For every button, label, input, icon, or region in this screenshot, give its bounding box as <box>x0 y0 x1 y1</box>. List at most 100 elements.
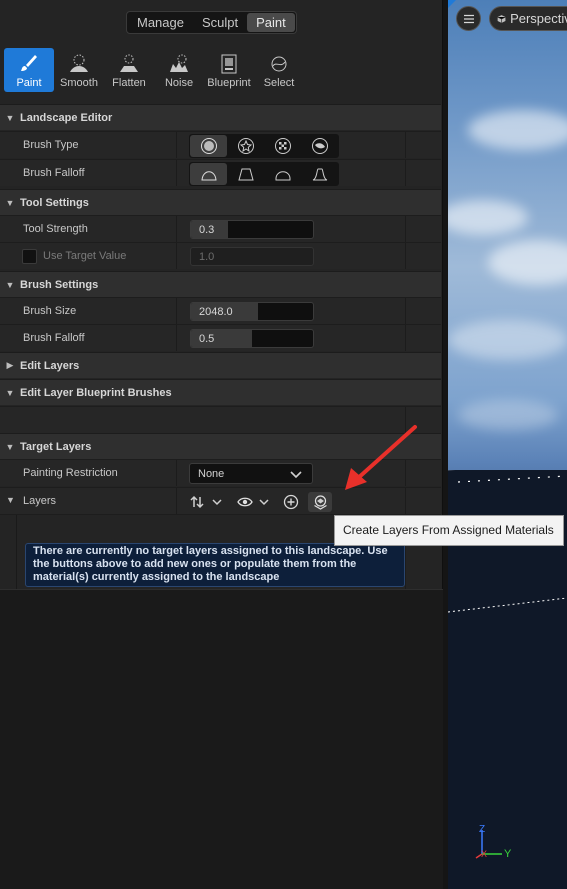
alpha-brush-icon <box>237 138 254 154</box>
mode-manage-button[interactable]: Manage <box>128 13 193 32</box>
brush-falloff-group <box>189 162 339 186</box>
row-brush-type: Brush Type <box>0 131 441 158</box>
brush-type-group <box>189 134 339 158</box>
perspective-button-clip: Perspective <box>489 0 567 40</box>
section-title: Landscape Editor <box>20 111 113 124</box>
visibility-button[interactable] <box>234 492 256 512</box>
brush-type-component-button[interactable] <box>301 135 338 157</box>
collapse-arrow-icon: ▼ <box>5 279 15 290</box>
axis-gizmo: Z Y X <box>475 824 512 860</box>
tool-strength-input[interactable]: 0.3 <box>190 220 314 239</box>
no-target-layers-notice: There are currently no target layers ass… <box>25 543 405 587</box>
sort-options-dropdown[interactable] <box>206 492 228 512</box>
brush-size-label: Brush Size <box>23 305 77 317</box>
tool-label: Paint <box>16 77 42 89</box>
layers-label: Layers <box>23 495 57 507</box>
brush-size-value: 2048.0 <box>199 306 233 318</box>
create-layers-from-materials-button[interactable] <box>308 492 332 512</box>
collapse-arrow-icon: ▼ <box>5 441 15 452</box>
sort-layers-button[interactable] <box>188 492 206 512</box>
svg-text:Y: Y <box>504 848 512 860</box>
tool-select-button[interactable]: Select <box>254 48 304 92</box>
section-tool-settings[interactable]: ▼ Tool Settings <box>0 189 441 215</box>
falloff-linear-button[interactable] <box>227 163 264 185</box>
row-tool-strength: Tool Strength 0.3 <box>0 215 441 242</box>
annotation-arrow <box>345 425 417 490</box>
tool-blueprint-button[interactable]: Blueprint <box>204 48 254 92</box>
visibility-options-dropdown[interactable] <box>256 492 272 512</box>
section-title: Tool Settings <box>20 196 89 209</box>
painting-restriction-dropdown[interactable]: None <box>189 463 313 484</box>
sort-icon <box>190 495 204 509</box>
material-layers-icon <box>313 494 327 510</box>
perspective-label: Perspective <box>510 11 567 26</box>
add-layer-button[interactable] <box>280 492 302 512</box>
viewport-corner-indicator <box>448 0 458 10</box>
brush-type-alpha-button[interactable] <box>227 135 264 157</box>
cube-icon <box>497 14 506 23</box>
chevron-down-icon <box>212 499 222 506</box>
tool-label: Blueprint <box>207 77 251 89</box>
painting-restriction-value: None <box>198 468 225 480</box>
falloff-spherical-button[interactable] <box>264 163 301 185</box>
eye-icon <box>237 497 253 507</box>
use-target-label: Use Target Value <box>43 250 127 262</box>
falloff-tip-button[interactable] <box>301 163 338 185</box>
collapse-arrow-icon: ▼ <box>5 387 15 398</box>
layers-toolbar <box>188 492 332 512</box>
tool-noise-button[interactable]: Noise <box>154 48 204 92</box>
circle-brush-icon <box>200 138 217 154</box>
panel-empty-area <box>0 589 443 889</box>
tool-strength-value: 0.3 <box>199 224 215 236</box>
brush-falloff-value: 0.5 <box>199 333 215 345</box>
flatten-icon <box>120 54 138 72</box>
chevron-down-icon <box>290 471 302 479</box>
tool-palette: Paint Smooth Flatten Noise Blueprint Sel… <box>4 48 304 94</box>
brush-size-input[interactable]: 2048.0 <box>190 302 314 321</box>
row-brush-size: Brush Size 2048.0 <box>0 297 441 324</box>
collapse-arrow-icon: ▼ <box>5 112 15 123</box>
falloff-smooth-button[interactable] <box>190 163 227 185</box>
brush-falloff-label: Brush Falloff <box>23 167 85 179</box>
row-brush-falloff-type: Brush Falloff <box>0 159 441 186</box>
tool-strength-label: Tool Strength <box>23 223 88 235</box>
select-icon <box>271 56 287 72</box>
brush-icon <box>21 55 37 71</box>
section-landscape-editor[interactable]: ▼ Landscape Editor <box>0 104 441 130</box>
target-value-input[interactable]: 1.0 <box>190 247 314 266</box>
section-title: Edit Layers <box>20 359 80 372</box>
target-value: 1.0 <box>199 251 215 263</box>
tool-label: Smooth <box>60 77 98 89</box>
svg-text:Z: Z <box>479 824 485 835</box>
expand-arrow-icon: ▶ <box>6 360 14 370</box>
svg-text:X: X <box>481 849 487 859</box>
tool-label: Noise <box>164 77 194 89</box>
brush-type-circle-button[interactable] <box>190 135 227 157</box>
section-brush-settings[interactable]: ▼ Brush Settings <box>0 271 441 297</box>
tool-label: Select <box>263 77 295 89</box>
blueprint-icon <box>221 54 237 74</box>
perspective-button[interactable]: Perspective <box>489 6 567 31</box>
section-edit-layer-blueprint-brushes[interactable]: ▼ Edit Layer Blueprint Brushes <box>0 379 441 405</box>
brush-type-label: Brush Type <box>23 139 79 151</box>
tip-falloff-icon <box>312 168 327 181</box>
tool-flatten-button[interactable]: Flatten <box>104 48 154 92</box>
brush-falloff-input[interactable]: 0.5 <box>190 329 314 348</box>
hamburger-icon <box>463 14 474 23</box>
brush-type-pattern-button[interactable] <box>264 135 301 157</box>
viewport-menu-button[interactable] <box>456 6 481 31</box>
section-edit-layers[interactable]: ▶ Edit Layers <box>0 352 441 378</box>
section-title: Brush Settings <box>20 278 99 291</box>
tool-label: Flatten <box>112 77 146 89</box>
component-brush-icon <box>311 138 328 154</box>
mode-sculpt-button[interactable]: Sculpt <box>193 13 247 32</box>
tool-paint-button[interactable]: Paint <box>4 48 54 92</box>
section-title: Target Layers <box>20 440 92 453</box>
add-circle-icon <box>283 494 299 510</box>
smooth-falloff-icon <box>200 171 217 181</box>
use-target-checkbox[interactable] <box>22 249 37 264</box>
tool-smooth-button[interactable]: Smooth <box>54 48 104 92</box>
mode-paint-button[interactable]: Paint <box>247 13 295 32</box>
painting-restriction-label: Painting Restriction <box>23 467 118 479</box>
brush-falloff-amount-label: Brush Falloff <box>23 332 85 344</box>
